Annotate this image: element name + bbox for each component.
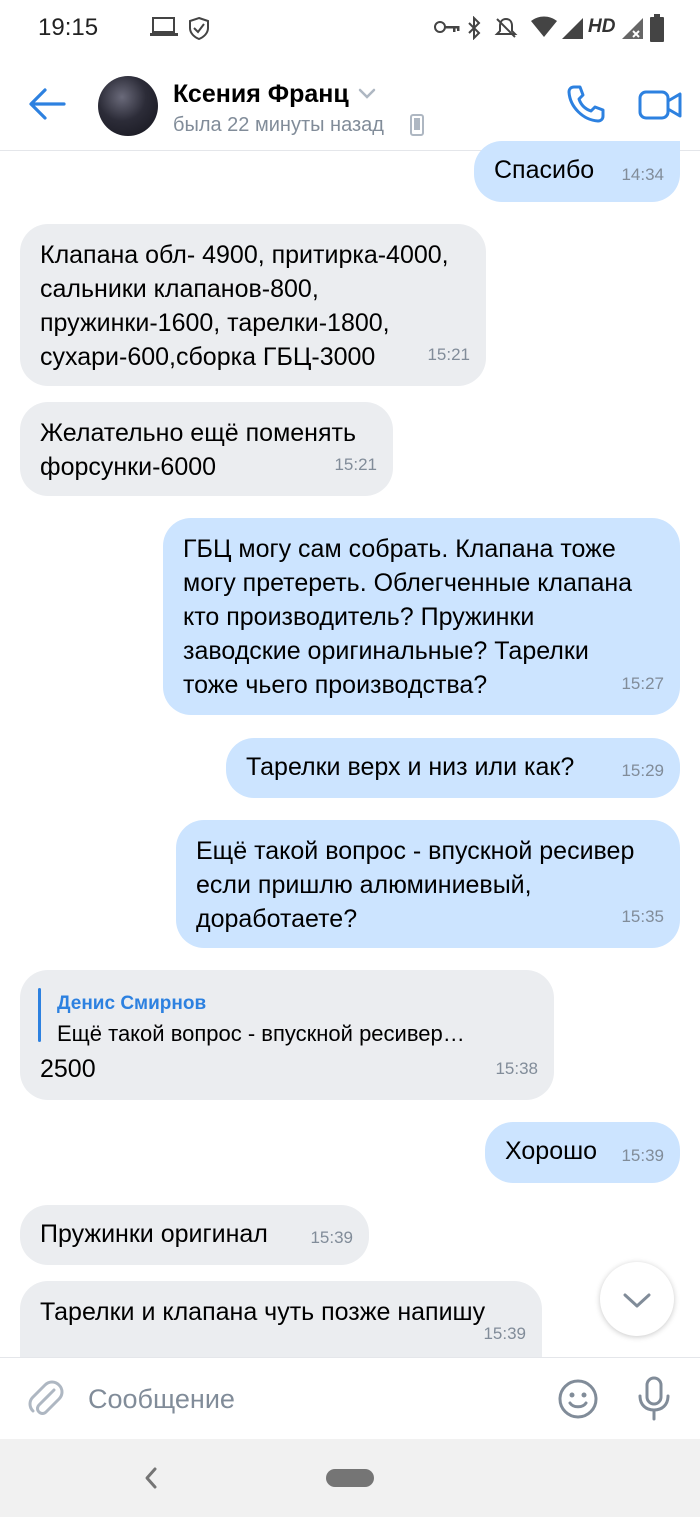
- message-composer: [0, 1357, 700, 1440]
- message-input[interactable]: [86, 1376, 530, 1422]
- bluetooth-icon: [468, 16, 481, 40]
- message-text: Хорошо: [505, 1137, 598, 1165]
- message-time: 15:21: [427, 345, 470, 364]
- network-type-label: HD: [588, 16, 616, 37]
- message-text: Пружинки оригинал: [40, 1220, 268, 1248]
- message-incoming[interactable]: Клапана обл- 4900, притирка-4000, сальни…: [20, 224, 486, 386]
- chevron-down-icon: [623, 1293, 651, 1308]
- mobile-phone-icon: [410, 114, 424, 136]
- battery-icon: [650, 14, 664, 42]
- notifications-off-icon: [494, 17, 518, 38]
- message-text: Ещё такой вопрос - впускной ресивер если…: [196, 837, 635, 933]
- message-text: Желательно ещё поменять форсунки-6000: [40, 419, 356, 481]
- attach-paperclip-icon[interactable]: [28, 1378, 64, 1420]
- vpn-key-icon: [434, 21, 460, 33]
- avatar[interactable]: [98, 76, 158, 136]
- last-seen-status: была 22 минуты назад: [173, 114, 384, 136]
- message-text: Клапана обл- 4900, притирка-4000, сальни…: [40, 241, 449, 371]
- message-text: Тарелки и клапана чуть позже напишу: [40, 1298, 486, 1326]
- nav-back-icon[interactable]: [143, 1465, 159, 1491]
- message-outgoing[interactable]: Тарелки верх и низ или как? 15:29: [226, 738, 680, 798]
- message-time: 15:35: [621, 907, 664, 926]
- message-incoming-with-reply[interactable]: Денис Смирнов Ещё такой вопрос - впускно…: [20, 970, 554, 1100]
- message-time: 15:38: [495, 1059, 538, 1078]
- system-navigation-bar: [0, 1439, 700, 1517]
- message-time: 15:39: [310, 1228, 353, 1247]
- back-arrow-icon[interactable]: [28, 86, 66, 122]
- status-time: 19:15: [38, 14, 99, 41]
- laptop-icon: [150, 17, 178, 36]
- reply-author[interactable]: Денис Смирнов: [57, 987, 206, 1021]
- emoji-smile-icon[interactable]: [557, 1378, 599, 1420]
- cellular-signal-icon: [562, 18, 583, 39]
- message-time: 15:39: [621, 1146, 664, 1165]
- message-time: 14:34: [621, 165, 664, 184]
- shield-icon: [189, 16, 209, 40]
- message-outgoing[interactable]: Спасибо 14:34: [474, 141, 680, 202]
- cellular-signal-2-icon: [622, 18, 643, 39]
- chevron-down-icon[interactable]: [358, 88, 376, 100]
- reply-text[interactable]: Ещё такой вопрос - впускной ресивер…: [57, 1017, 465, 1051]
- message-time: 15:21: [334, 455, 377, 474]
- status-bar: 19:15 HD: [0, 0, 700, 58]
- chat-header: Ксения Франц была 22 минуты назад: [0, 58, 700, 151]
- message-text: Тарелки верх и низ или как?: [246, 753, 575, 781]
- message-incoming[interactable]: Желательно ещё поменять форсунки-6000 15…: [20, 402, 393, 496]
- reply-quote-bar: [38, 988, 41, 1042]
- video-call-icon[interactable]: [638, 90, 682, 120]
- message-outgoing[interactable]: Ещё такой вопрос - впускной ресивер если…: [176, 820, 680, 948]
- microphone-icon[interactable]: [636, 1376, 672, 1422]
- message-text: ГБЦ могу сам собрать. Клапана тоже могу …: [183, 535, 633, 699]
- nav-home-pill[interactable]: [326, 1469, 374, 1487]
- message-outgoing[interactable]: Хорошо 15:39: [485, 1122, 680, 1183]
- message-text: Спасибо: [494, 156, 595, 184]
- message-text: 2500: [40, 1055, 96, 1083]
- message-time: 15:29: [621, 761, 664, 780]
- wifi-icon: [531, 16, 557, 37]
- message-incoming[interactable]: Тарелки и клапана чуть позже напишу 15:3…: [20, 1281, 542, 1357]
- message-outgoing[interactable]: ГБЦ могу сам собрать. Клапана тоже могу …: [163, 518, 680, 715]
- message-time: 15:27: [621, 674, 664, 693]
- phone-call-icon[interactable]: [566, 84, 606, 124]
- scroll-to-bottom-button[interactable]: [600, 1262, 674, 1336]
- message-incoming[interactable]: Пружинки оригинал 15:39: [20, 1205, 369, 1265]
- contact-name[interactable]: Ксения Франц: [173, 80, 349, 109]
- message-time: 15:39: [483, 1324, 526, 1343]
